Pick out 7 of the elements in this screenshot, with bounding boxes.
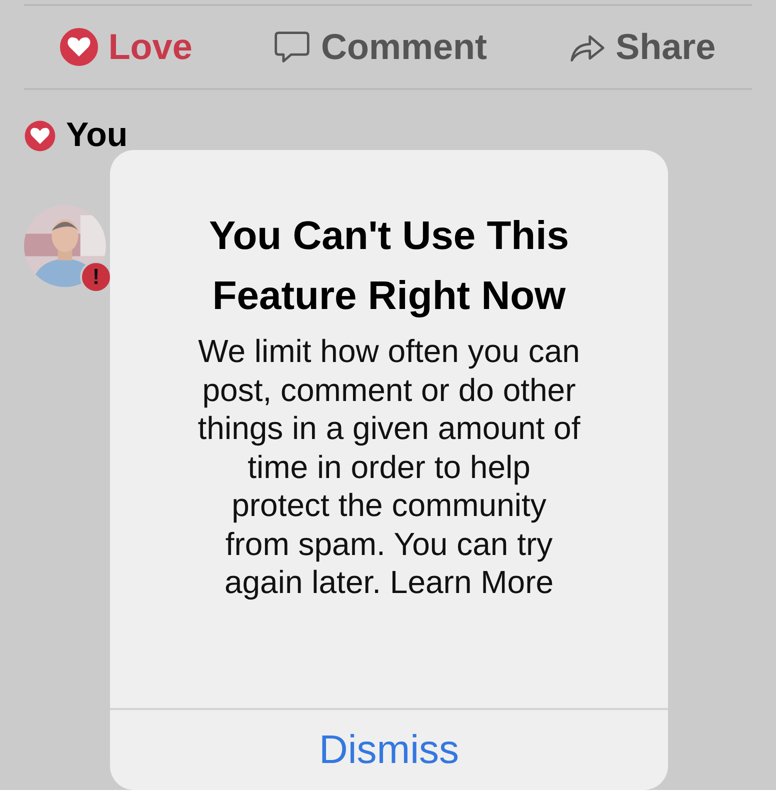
dialog-title: You Can't Use This Feature Right Now	[209, 213, 569, 320]
reactor-name[interactable]: You	[66, 116, 128, 155]
dismiss-button[interactable]: Dismiss	[299, 710, 479, 790]
share-button[interactable]: Share	[568, 26, 716, 68]
dialog-message: We limit how often you can post, comment or do other things in a given amount of time in order to help protect the community from spam. You can try again later. Learn More	[198, 332, 580, 602]
comment-button[interactable]: Comment	[272, 26, 487, 68]
love-button[interactable]: Love	[60, 26, 192, 68]
